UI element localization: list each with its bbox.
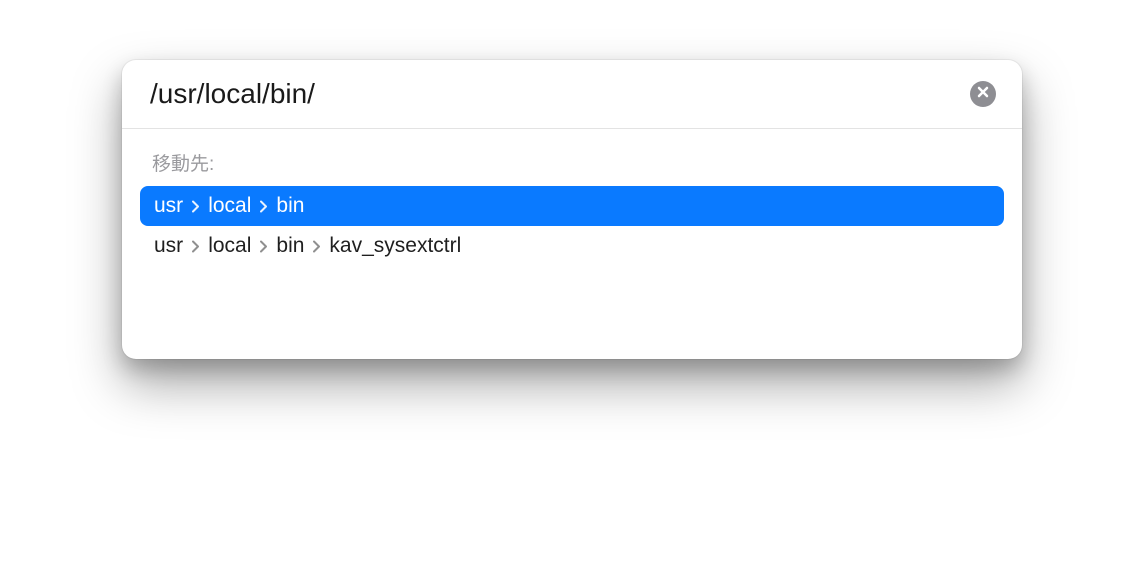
close-icon bbox=[977, 85, 989, 103]
results-section: 移動先: usr local bin usr local bin kav_sysextctr… bbox=[122, 129, 1022, 359]
path-segment: usr bbox=[154, 234, 183, 258]
chevron-right-icon bbox=[259, 200, 268, 213]
path-input[interactable] bbox=[150, 78, 958, 110]
path-segment: kav_sysextctrl bbox=[329, 234, 461, 258]
results-label: 移動先: bbox=[140, 143, 1004, 186]
input-row bbox=[122, 60, 1022, 129]
path-segment: bin bbox=[276, 194, 304, 218]
go-to-folder-dialog: 移動先: usr local bin usr local bin kav_sysextctr… bbox=[122, 60, 1022, 359]
chevron-right-icon bbox=[191, 200, 200, 213]
result-item[interactable]: usr local bin kav_sysextctrl bbox=[140, 226, 1004, 266]
result-item[interactable]: usr local bin bbox=[140, 186, 1004, 226]
path-segment: local bbox=[208, 194, 251, 218]
path-segment: usr bbox=[154, 194, 183, 218]
chevron-right-icon bbox=[259, 240, 268, 253]
path-segment: bin bbox=[276, 234, 304, 258]
clear-button[interactable] bbox=[970, 81, 996, 107]
chevron-right-icon bbox=[191, 240, 200, 253]
chevron-right-icon bbox=[312, 240, 321, 253]
path-segment: local bbox=[208, 234, 251, 258]
